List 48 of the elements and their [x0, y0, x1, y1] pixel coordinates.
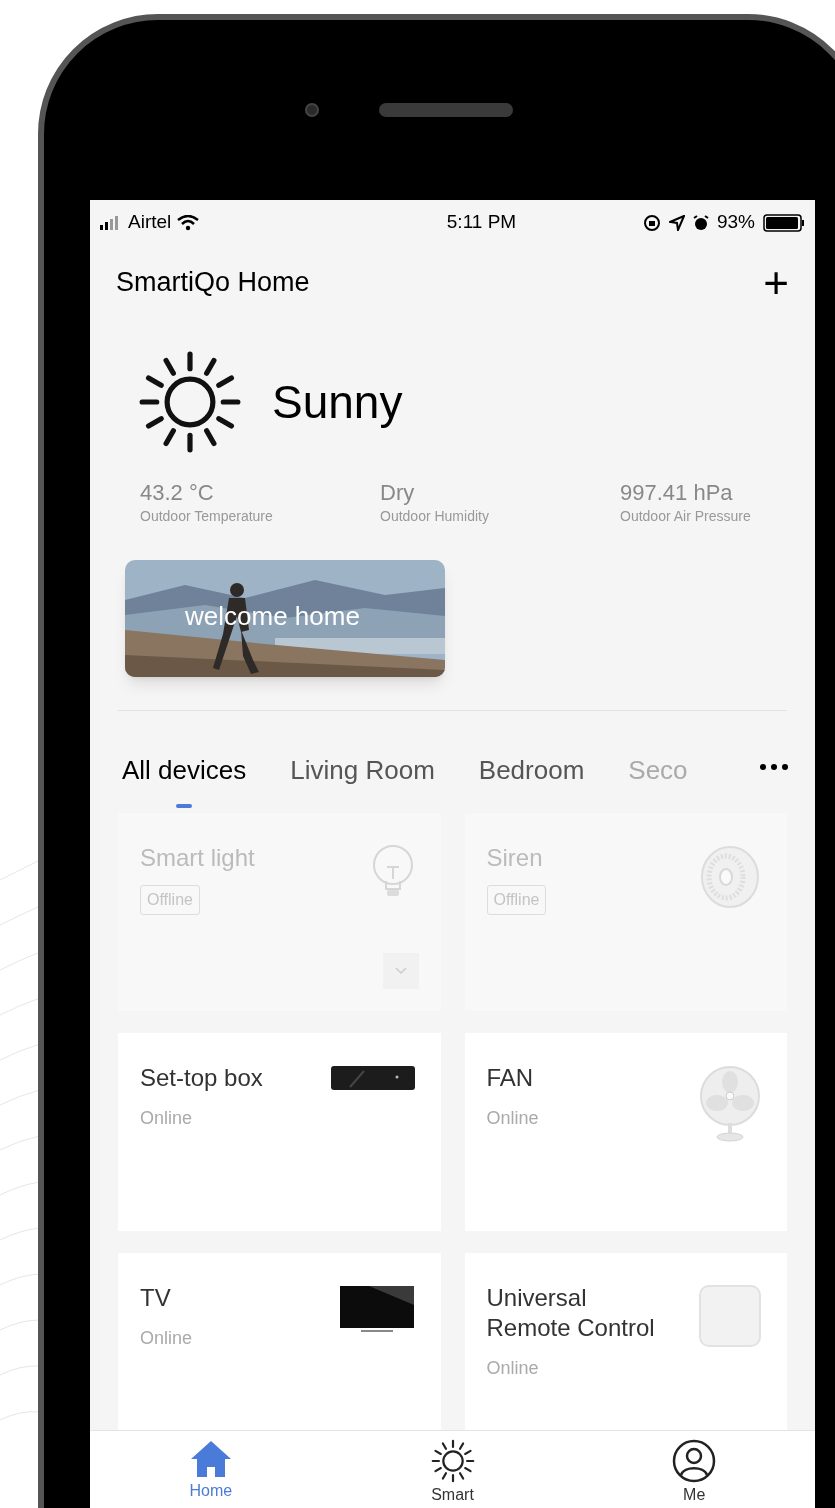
device-name: TV: [140, 1283, 172, 1313]
wifi-icon: [177, 214, 200, 231]
stat-label: Outdoor Air Pressure: [620, 507, 752, 527]
device-name: Set-top box: [140, 1063, 264, 1093]
square-hub-icon: [699, 1285, 761, 1347]
more-icon[interactable]: [759, 763, 789, 771]
device-status: Online: [486, 1357, 539, 1380]
stat-value: 997.41 hPa: [620, 478, 734, 507]
device-card[interactable]: FAN Online: [464, 1033, 787, 1231]
device-name: Universal Remote Control: [486, 1283, 656, 1343]
status-time: 5:11 PM: [445, 210, 518, 235]
television-icon: [338, 1285, 415, 1335]
nav-tab[interactable]: Home: [90, 1431, 332, 1508]
device-status: Online: [486, 1107, 539, 1130]
device-card[interactable]: Universal Remote Control Online: [464, 1253, 787, 1430]
sun-icon: [138, 350, 242, 454]
stat-label: Outdoor Humidity: [380, 507, 490, 527]
stat-value: Dry: [380, 478, 416, 507]
add-button[interactable]: +: [763, 260, 789, 305]
nav-tab[interactable]: Me: [573, 1431, 815, 1508]
weather-condition: Sunny: [272, 374, 403, 430]
camera-icon: [305, 103, 319, 117]
room-tab[interactable]: Living Room: [290, 751, 435, 808]
chevron-down-icon: [394, 967, 407, 975]
fan-icon: [699, 1065, 761, 1143]
sun-icon: [430, 1439, 475, 1483]
profile-icon: [672, 1439, 717, 1483]
stat-value: 43.2 °C: [140, 478, 215, 507]
nav-tab[interactable]: Smart: [331, 1431, 574, 1508]
round-device-icon: [699, 845, 761, 909]
battery-icon: [763, 213, 805, 232]
home-title: SmartiQo Home: [116, 266, 310, 300]
device-status: Online: [140, 1327, 193, 1350]
battery-percent: 93%: [716, 210, 755, 235]
device-name: Smart light: [140, 843, 256, 873]
device-card[interactable]: TV Online: [118, 1253, 441, 1430]
rotation-lock-icon: [642, 213, 661, 232]
room-tab[interactable]: All devices: [122, 751, 247, 808]
stat-label: Outdoor Temperature: [140, 507, 274, 527]
set-top-box-icon: [330, 1065, 416, 1091]
room-tab[interactable]: Bedroom: [478, 751, 585, 808]
device-status: Online: [140, 1107, 193, 1130]
carrier-name: Airtel: [128, 210, 172, 235]
alarm-icon: [692, 214, 709, 231]
device-name: Siren: [486, 843, 544, 873]
location-icon: [668, 214, 685, 231]
device-name: FAN: [486, 1063, 535, 1093]
device-card[interactable]: Set-top box Online: [118, 1033, 441, 1231]
